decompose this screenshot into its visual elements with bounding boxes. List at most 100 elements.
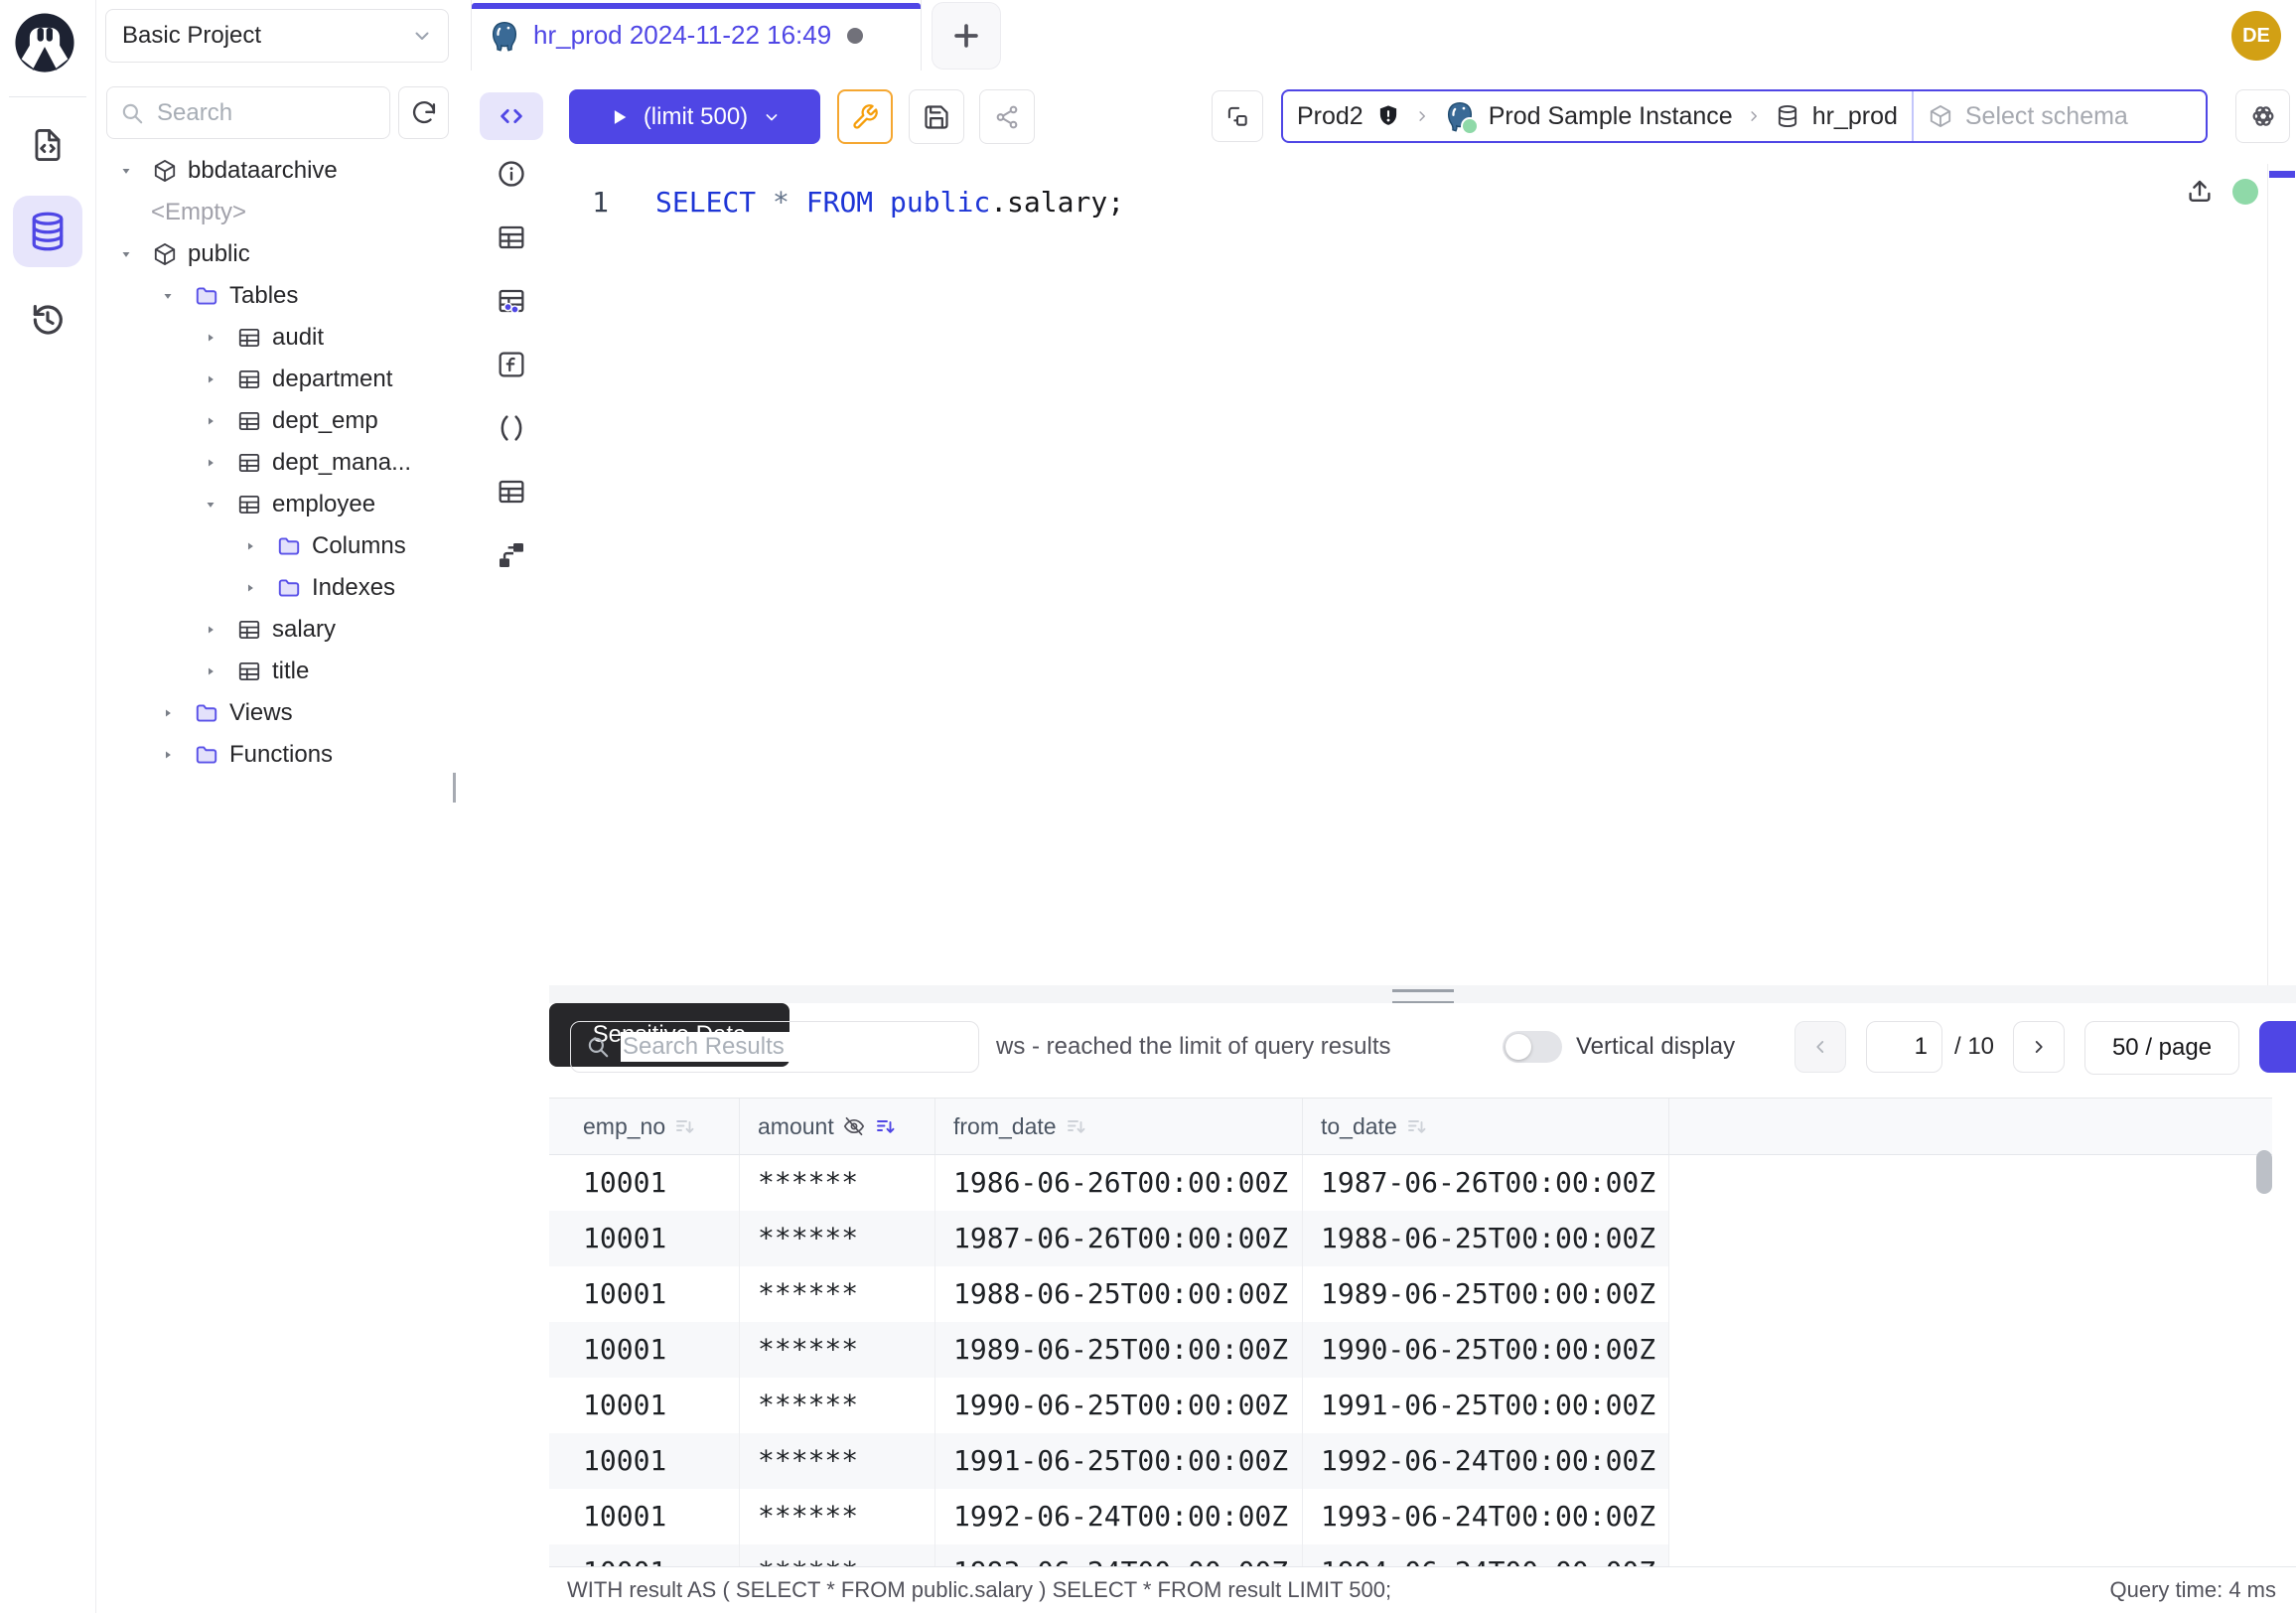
cell-from_date: 1989-06-25T00:00:00Z	[935, 1322, 1303, 1378]
project-selector[interactable]: Basic Project	[105, 9, 449, 63]
cell-amount: ******	[740, 1211, 935, 1266]
sidebar-search-input[interactable]	[155, 98, 358, 128]
user-avatar[interactable]: DE	[2231, 11, 2281, 61]
databases-nav-icon[interactable]	[13, 196, 82, 267]
page-total: / 10	[1954, 1033, 1994, 1061]
cell-empty	[1669, 1433, 2272, 1489]
instance-name: Prod Sample Instance	[1489, 102, 1733, 131]
project-name: Basic Project	[122, 22, 261, 50]
tree-item-salary[interactable]: salary	[96, 609, 460, 651]
cell-to_date: 1988-06-25T00:00:00Z	[1303, 1211, 1669, 1266]
external-tables-icon[interactable]	[496, 476, 527, 508]
tables-icon[interactable]	[496, 221, 527, 253]
sidebar-search[interactable]	[106, 86, 390, 139]
tree-item--empty-[interactable]: <Empty>	[96, 192, 460, 233]
info-icon[interactable]	[496, 158, 527, 190]
column-header-to_date[interactable]: to_date	[1303, 1099, 1669, 1154]
tree-item-audit[interactable]: audit	[96, 317, 460, 359]
chevron-down-icon	[410, 24, 434, 48]
ai-assistant-button[interactable]	[2235, 89, 2290, 143]
page-size-select[interactable]: 50 / page	[2084, 1021, 2239, 1075]
column-label: to_date	[1321, 1113, 1397, 1140]
refresh-button[interactable]	[398, 86, 449, 139]
cell-from_date: 1993-06-24T00:00:00Z	[935, 1544, 1303, 1567]
results-scrollbar-thumb[interactable]	[2256, 1150, 2272, 1194]
schema-diagram-icon[interactable]	[496, 539, 527, 571]
connection-button[interactable]	[1212, 90, 1263, 142]
sql-editor-icon[interactable]	[480, 92, 543, 140]
editor-column: (limit 500) P	[549, 72, 2296, 1613]
cell-emp_no: 10001	[549, 1155, 740, 1211]
tree-item-title[interactable]: title	[96, 651, 460, 692]
connection-breadcrumb[interactable]: Prod2 Prod Sample Instance hr_prod	[1281, 89, 2208, 143]
column-header-from_date[interactable]: from_date	[935, 1099, 1303, 1154]
results-search-input[interactable]	[621, 1032, 923, 1062]
grip-icon	[1392, 989, 1454, 1004]
cell-empty	[1669, 1544, 2272, 1567]
next-page-button[interactable]	[2013, 1021, 2065, 1073]
worksheet-tab[interactable]: hr_prod 2024-11-22 16:49	[471, 0, 922, 71]
worksheets-nav-icon[interactable]	[0, 126, 95, 164]
chevron-down-icon	[762, 107, 782, 127]
postgres-icon	[488, 19, 521, 53]
tree-item-dept-emp[interactable]: dept_emp	[96, 400, 460, 442]
share-icon	[994, 104, 1020, 130]
functions-icon[interactable]	[496, 349, 527, 380]
column-header-emp_no[interactable]: emp_no	[549, 1099, 740, 1154]
cell-to_date: 1989-06-25T00:00:00Z	[1303, 1266, 1669, 1322]
app-nav-rail	[0, 0, 96, 1613]
cell-emp_no: 10001	[549, 1322, 740, 1378]
table-row: 10001******1993-06-24T00:00:00Z1994-06-2…	[549, 1544, 2272, 1567]
column-header-amount[interactable]: amount	[740, 1099, 935, 1154]
chevron-right-icon	[1413, 107, 1431, 125]
cell-empty	[1669, 1489, 2272, 1544]
results-search[interactable]	[570, 1021, 979, 1073]
vertical-display-toggle[interactable]	[1503, 1031, 1562, 1063]
save-button[interactable]	[909, 89, 964, 144]
cell-empty	[1669, 1211, 2272, 1266]
history-nav-icon[interactable]	[0, 301, 95, 339]
tree-item-tables[interactable]: Tables	[96, 275, 460, 317]
cell-from_date: 1987-06-26T00:00:00Z	[935, 1211, 1303, 1266]
share-button[interactable]	[979, 89, 1035, 144]
tree-item-indexes[interactable]: Indexes	[96, 567, 460, 609]
sql-editor[interactable]: 1 SELECT * FROM public.salary;	[549, 164, 2296, 985]
cell-emp_no: 10001	[549, 1489, 740, 1544]
new-tab-button[interactable]	[932, 2, 1001, 70]
tree-item-dept-mana-[interactable]: dept_mana...	[96, 442, 460, 484]
database-name: hr_prod	[1812, 102, 1898, 131]
procedures-icon[interactable]	[496, 412, 527, 444]
run-query-button[interactable]: (limit 500)	[569, 89, 820, 144]
tree-item-columns[interactable]: Columns	[96, 525, 460, 567]
masked-tables-icon[interactable]	[496, 285, 527, 317]
admin-mode-button[interactable]	[837, 89, 893, 144]
sql-code-line: SELECT * FROM public.salary;	[655, 181, 1124, 224]
tree-item-department[interactable]: department	[96, 359, 460, 400]
export-button[interactable]	[2259, 1021, 2296, 1073]
status-bar: WITH result AS ( SELECT * FROM public.sa…	[549, 1566, 2296, 1613]
prev-page-button[interactable]	[1794, 1021, 1846, 1073]
instance-icon	[1443, 99, 1477, 133]
cell-emp_no: 10001	[549, 1378, 740, 1433]
tree-item-bbdataarchive[interactable]: bbdataarchive	[96, 150, 460, 192]
cell-from_date: 1990-06-25T00:00:00Z	[935, 1378, 1303, 1433]
cell-from_date: 1986-06-26T00:00:00Z	[935, 1155, 1303, 1211]
cell-emp_no: 10001	[549, 1433, 740, 1489]
tree-item-public[interactable]: public	[96, 233, 460, 275]
search-icon	[119, 100, 145, 126]
column-label: emp_no	[583, 1113, 665, 1140]
cell-from_date: 1991-06-25T00:00:00Z	[935, 1433, 1303, 1489]
tree-item-views[interactable]: Views	[96, 692, 460, 734]
database-icon	[1775, 103, 1800, 129]
editor-scrollbar[interactable]	[2267, 164, 2296, 985]
tree-item-functions[interactable]: Functions	[96, 734, 460, 776]
panel-resize-handle[interactable]	[549, 985, 2296, 1003]
upload-button[interactable]	[2185, 177, 2215, 207]
database-sidebar: Basic Project bbdataarchive<Empty>public…	[96, 0, 461, 1613]
page-number-input[interactable]	[1866, 1021, 1942, 1073]
tree-item-employee[interactable]: employee	[96, 484, 460, 525]
connection-status-dot	[2232, 179, 2258, 205]
schema-placeholder: Select schema	[1965, 102, 2128, 131]
bytebase-logo[interactable]	[12, 10, 77, 75]
ai-icon	[2248, 101, 2278, 131]
